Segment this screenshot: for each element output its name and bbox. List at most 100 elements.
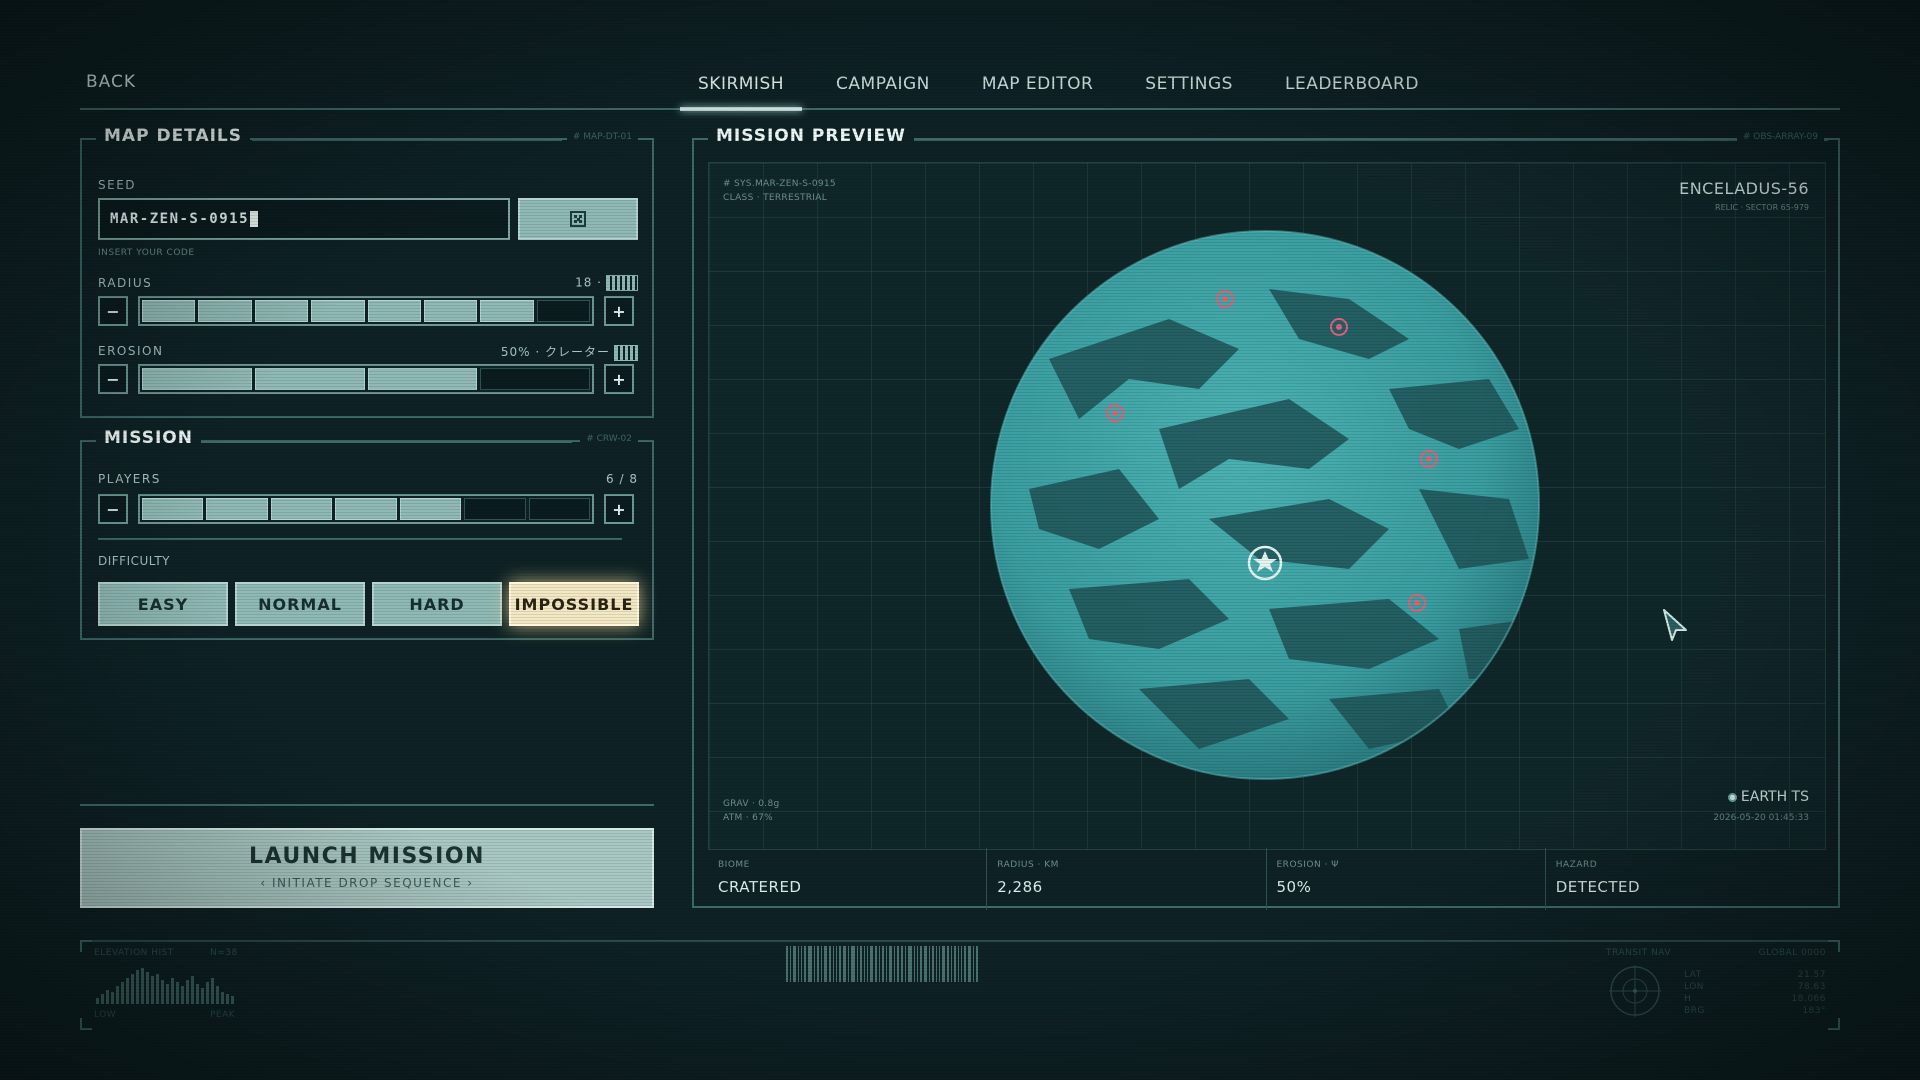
hist-bar [151,976,154,1004]
barcode-bar [964,946,966,982]
landing-site-icon[interactable] [1247,545,1283,581]
players-segment[interactable] [270,498,333,520]
players-segment[interactable] [399,498,462,520]
divider [98,538,622,540]
barcode-bar [951,946,952,982]
radius-segment[interactable] [536,300,590,322]
difficulty-impossible-button[interactable]: IMPOSSIBLE [509,582,639,626]
radius-slider[interactable] [138,296,594,326]
barcode-bar [798,946,799,982]
players-segment[interactable] [335,498,397,520]
erosion-segment[interactable] [254,368,365,390]
hist-bar [211,978,214,1004]
radius-segment[interactable] [480,300,534,322]
radius-segment[interactable] [198,300,252,322]
launch-mission-button[interactable]: LAUNCH MISSION ‹ INITIATE DROP SEQUENCE … [80,828,654,908]
radius-segment[interactable] [423,300,478,322]
players-minus-button[interactable]: − [98,494,128,524]
hist-bar [221,992,224,1004]
players-slider[interactable] [138,494,594,524]
barcode-bar [821,946,822,982]
players-plus-button[interactable]: + [604,494,634,524]
seed-label: SEED [98,178,137,192]
erosion-segment[interactable] [367,368,478,390]
hazard-marker[interactable] [1330,318,1348,336]
difficulty-easy-button[interactable]: EASY [98,582,228,626]
mission-preview-code: # OBS-ARRAY-09 [1736,132,1824,142]
erosion-plus-button[interactable]: + [604,364,634,394]
radius-segment[interactable] [367,300,421,322]
erosion-minus-button[interactable]: − [98,364,128,394]
players-segment[interactable] [528,498,590,520]
planet-class: CLASS · TERRESTRIAL [723,193,828,203]
difficulty-hard-button[interactable]: HARD [372,582,502,626]
barcode-bar [879,946,880,982]
radius-segment[interactable] [142,300,196,322]
hazard-marker[interactable] [1420,450,1438,468]
erosion-segment[interactable] [142,368,252,390]
hazard-marker[interactable] [1216,290,1234,308]
hazard-marker[interactable] [1408,594,1426,612]
barcode-bar [790,946,791,982]
panel-rule [252,139,562,141]
stat-value: CRATERED [718,878,802,896]
radius-minus-button[interactable]: − [98,296,128,326]
planet[interactable] [989,229,1541,781]
mission-preview-panel: MISSION PREVIEW # OBS-ARRAY-09 # SYS.MAR… [692,126,1840,910]
erosion-slider[interactable] [138,364,594,394]
barcode-bar [968,946,971,982]
barcode-bar [843,946,846,982]
barcode-bar [901,946,903,982]
hist-bar [191,976,194,1004]
erosion-segment[interactable] [480,368,590,390]
players-segment[interactable] [464,498,526,520]
earth-ts-label: EARTH TS [1740,789,1809,805]
barcode-bar [808,946,812,982]
hazard-marker[interactable] [1106,404,1124,422]
barcode-bar [897,946,899,982]
map-details-code: # MAP-DT-01 [566,132,638,142]
barcode-bar [894,946,895,982]
radius-segment[interactable] [311,300,365,322]
radius-label: RADIUS [98,276,153,290]
hist-peak: PEAK [210,1010,236,1020]
tab-map-editor[interactable]: MAP EDITOR [964,60,1111,108]
barcode-bar [833,946,834,982]
radius-plus-button[interactable]: + [604,296,634,326]
barcode-bar [836,946,837,982]
barcode-bar [886,946,887,982]
panel-rule [192,441,572,443]
planet-name: ENCELADUS-56 [1679,179,1809,198]
planet-viewport[interactable]: # SYS.MAR-ZEN-S-0915 CLASS · TERRESTRIAL… [708,162,1826,850]
difficulty-normal-button[interactable]: NORMAL [235,582,365,626]
hist-bar [136,970,139,1004]
nav-tabs: SKIRMISH CAMPAIGN MAP EDITOR SETTINGS LE… [680,60,1453,111]
tab-skirmish[interactable]: SKIRMISH [680,60,803,111]
barcode-bar [814,946,815,982]
players-segment[interactable] [142,498,204,520]
barcode-bar [914,946,915,982]
stat-label: BIOME [718,860,750,870]
barcode-bar [793,946,796,982]
radius-segment[interactable] [254,300,309,322]
barcode-bar [839,946,841,982]
barcode-bar [786,946,788,982]
stat-hazard: HAZARD DETECTED [1546,848,1824,910]
hist-bar [141,968,144,1004]
coord-label: BRG [1684,1006,1705,1016]
barcode-bar [954,946,956,982]
players-segment[interactable] [206,498,268,520]
barcode-bar [804,946,806,982]
randomize-seed-button[interactable] [518,198,638,240]
hist-bar [181,986,184,1004]
tab-settings[interactable]: SETTINGS [1127,60,1251,108]
launch-title: LAUNCH MISSION [249,844,485,869]
back-button[interactable]: BACK [86,72,136,92]
tab-campaign[interactable]: CAMPAIGN [818,60,948,108]
barcode-bar [961,946,962,982]
hist-bar [126,978,129,1004]
seed-input[interactable]: MAR-ZEN-S-0915 [98,198,510,240]
coord-label: LAT [1684,970,1702,980]
hist-bar [226,994,229,1004]
tab-leaderboard[interactable]: LEADERBOARD [1267,60,1437,108]
